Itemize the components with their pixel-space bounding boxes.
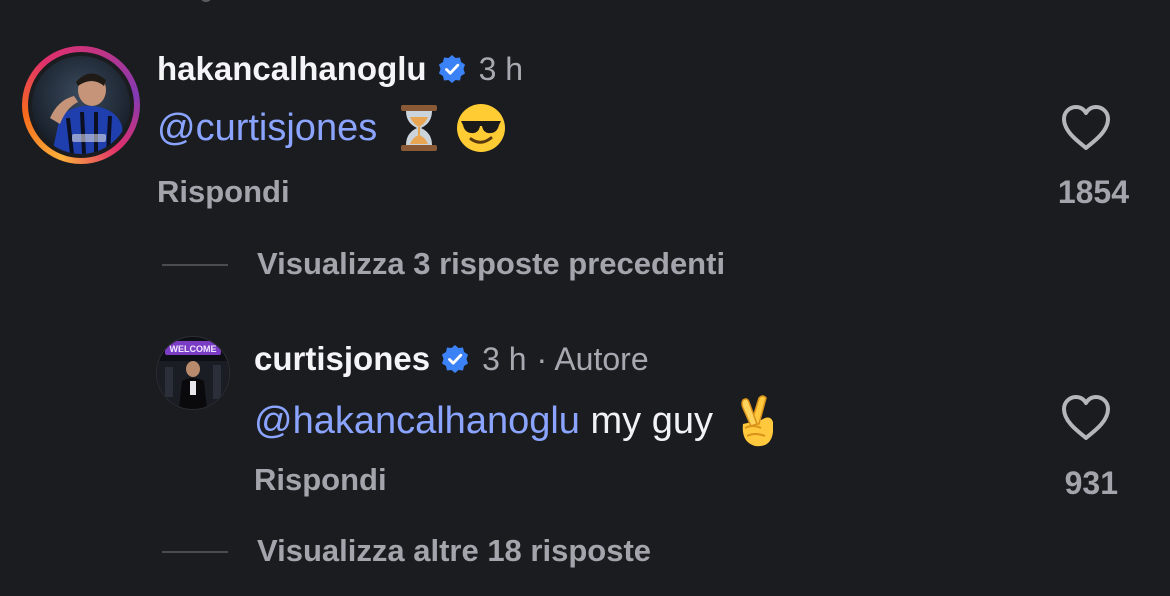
previous-content-edge [0,0,1170,6]
reply-button[interactable]: Rispondi [254,462,387,498]
view-more-replies-button[interactable]: Visualizza altre 18 risposte [257,533,651,569]
username-text[interactable]: hakancalhanoglu [157,50,427,88]
heart-icon[interactable] [1060,104,1112,152]
avatar [32,56,130,154]
reply-button[interactable]: Rispondi [157,174,290,210]
sunglasses-emoji [457,104,506,152]
comment-text: my guy [579,399,713,442]
hourglass-emoji [401,105,438,151]
comment-username[interactable]: hakancalhanoglu 3 h [157,50,523,88]
thread-divider [162,264,228,266]
comment-body: @curtisjones [157,102,507,154]
like-count: 1854 [1057,174,1129,210]
author-tag: · Autore [536,340,649,377]
mention-link[interactable]: @hakancalhanoglu [254,400,580,443]
thread-divider [162,551,228,553]
avatar[interactable]: WELCOME [156,336,230,410]
verified-badge-icon [438,55,465,83]
comment-timestamp: 3 h [482,340,527,377]
comment-username[interactable]: curtisjones 3 h · Autore [254,340,649,378]
comment-body: @hakancalhanoglu my guy [254,394,779,448]
verified-badge-icon [442,345,469,373]
mention-link[interactable]: @curtisjones [157,107,377,150]
like-count: 931 [1064,465,1118,501]
comment-timestamp: 3 h [478,50,524,87]
username-text[interactable]: curtisjones [254,340,430,378]
crossed-fingers-emoji [741,395,773,447]
view-previous-replies-button[interactable]: Visualizza 3 risposte precedenti [257,246,725,282]
story-ring-avatar[interactable] [22,46,140,164]
comments-thread: hakancalhanoglu 3 h @curtisjones Rispond… [0,0,1170,596]
heart-icon[interactable] [1060,394,1112,442]
svg-text:WELCOME: WELCOME [170,344,217,354]
